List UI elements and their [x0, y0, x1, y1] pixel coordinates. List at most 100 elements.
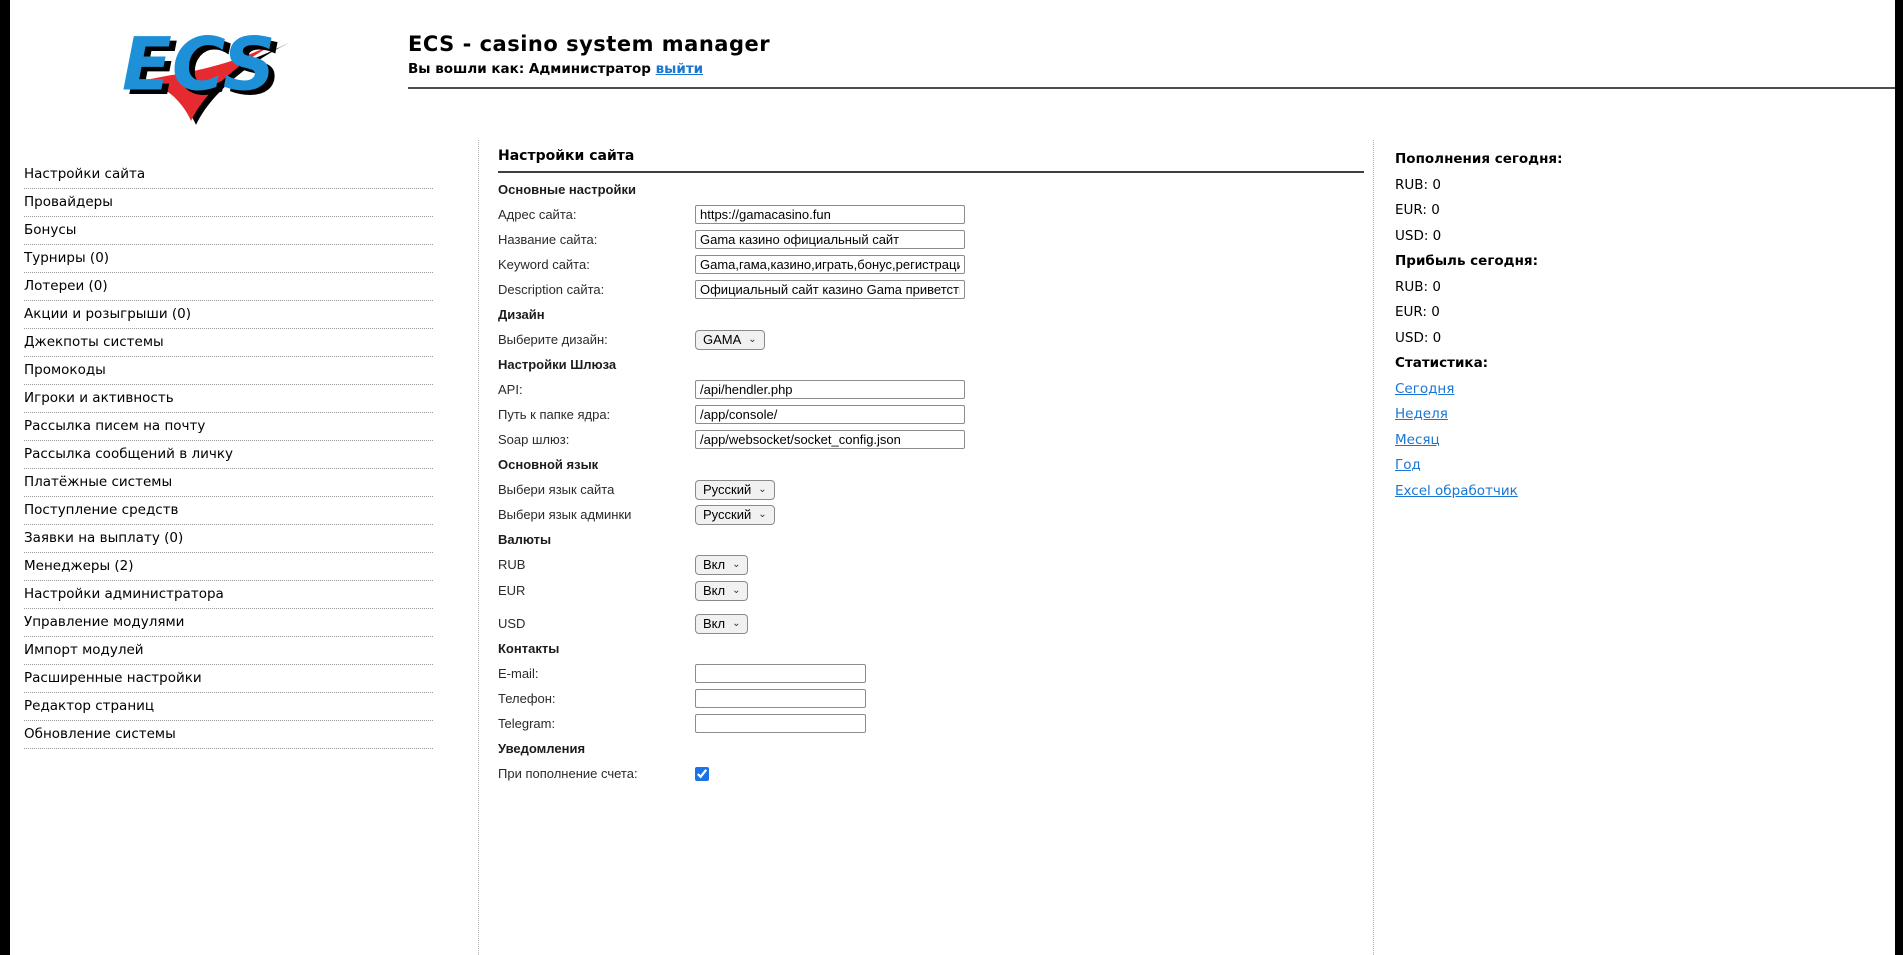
stats-link[interactable]: Excel обработчик [1395, 483, 1518, 499]
field-label: Название сайта: [498, 232, 695, 247]
stats-value-line: USD: 0 [1395, 329, 1725, 347]
form-row: Путь к папке ядра: [498, 405, 1373, 424]
sidebar-item[interactable]: Рассылка сообщений в личку [24, 441, 433, 469]
stats-value-line: RUB: 0 [1395, 278, 1725, 296]
stats-value-line: RUB: 0 [1395, 176, 1725, 194]
form-row: E-mail: [498, 664, 1373, 683]
sidebar-item[interactable]: Лотереи (0) [24, 273, 433, 301]
stats-link[interactable]: Месяц [1395, 432, 1440, 448]
stats-link-line: Сегодня [1395, 380, 1725, 398]
select[interactable]: Вкл⌄ [695, 555, 748, 575]
select[interactable]: GAMA ⌄ [695, 330, 765, 350]
stats-link-line: Excel обработчик [1395, 482, 1725, 500]
stats-group-title: Пополнения сегодня: [1395, 150, 1725, 168]
form-row: Description сайта: [498, 280, 1373, 299]
sidebar-item[interactable]: Редактор страниц [24, 693, 433, 721]
form-row: API: [498, 380, 1373, 399]
sidebar-item[interactable]: Расширенные настройки [24, 665, 433, 693]
form-row: Выбери язык сайтаРусский⌄ [498, 480, 1373, 499]
sidebar-item[interactable]: Настройки сайта [24, 161, 433, 189]
sidebar-item[interactable]: Платёжные системы [24, 469, 433, 497]
chevron-down-icon: ⌄ [732, 619, 740, 629]
stats-link[interactable]: Год [1395, 457, 1421, 473]
field-label: Путь к папке ядра: [498, 407, 695, 422]
sidebar-item[interactable]: Обновление системы [24, 721, 433, 749]
form-row: Телефон: [498, 689, 1373, 708]
chevron-down-icon: ⌄ [748, 335, 756, 345]
sidebar-item[interactable]: Рассылка писем на почту [24, 413, 433, 441]
form-section-header: Контакты [498, 639, 1373, 658]
form-row: Название сайта: [498, 230, 1373, 249]
form-section-header: Валюты [498, 530, 1373, 549]
field-label: E-mail: [498, 666, 695, 681]
sidebar-item[interactable]: Промокоды [24, 357, 433, 385]
stats-link-line: Неделя [1395, 405, 1725, 423]
header-divider [408, 87, 1895, 89]
form-row: Keyword сайта: [498, 255, 1373, 274]
field-label: API: [498, 382, 695, 397]
admin-page: ECS ECS ECS - casino system manager Вы в… [0, 0, 1903, 955]
select[interactable]: Русский⌄ [695, 480, 775, 500]
stats-panel: Пополнения сегодня:RUB: 0EUR: 0USD: 0При… [1395, 150, 1725, 507]
stats-link[interactable]: Неделя [1395, 406, 1448, 422]
field-label: USD [498, 616, 695, 631]
text-input[interactable] [695, 205, 965, 224]
logo-letters: ECS ECS [122, 22, 282, 112]
text-input[interactable] [695, 714, 866, 733]
form-row: Telegram: [498, 714, 1373, 733]
text-input[interactable] [695, 405, 965, 424]
stats-value-line: EUR: 0 [1395, 303, 1725, 321]
field-label: Выбери язык сайта [498, 482, 695, 497]
form-row: RUBВкл⌄ [498, 555, 1373, 574]
sidebar-item[interactable]: Заявки на выплату (0) [24, 525, 433, 553]
select[interactable]: Вкл⌄ [695, 581, 748, 601]
text-input[interactable] [695, 380, 965, 399]
logout-link[interactable]: выйти [656, 61, 704, 77]
select[interactable]: Русский⌄ [695, 505, 775, 525]
stats-link[interactable]: Сегодня [1395, 381, 1454, 397]
stats-value-line: USD: 0 [1395, 227, 1725, 245]
section-title: Настройки сайта [498, 149, 1373, 164]
text-input[interactable] [695, 664, 866, 683]
sidebar-item[interactable]: Джекпоты системы [24, 329, 433, 357]
field-label: Description сайта: [498, 282, 695, 297]
form-section-header: Уведомления [498, 739, 1373, 758]
form-row: Soap шлюз: [498, 430, 1373, 449]
sidebar-item[interactable]: Импорт модулей [24, 637, 433, 665]
stats-group-title: Статистика: [1395, 354, 1725, 372]
field-label: RUB [498, 557, 695, 572]
sidebar-item[interactable]: Настройки администратора [24, 581, 433, 609]
select-value: Вкл [703, 557, 725, 572]
section-title-divider [498, 171, 1364, 173]
sidebar-item[interactable]: Менеджеры (2) [24, 553, 433, 581]
field-label: Телефон: [498, 691, 695, 706]
text-input[interactable] [695, 430, 965, 449]
sidebar-item[interactable]: Поступление средств [24, 497, 433, 525]
checkbox[interactable] [695, 767, 709, 781]
login-status-text: Вы вошли как: Администратор [408, 61, 651, 77]
form-row: Выберите дизайн:GAMA⌄ [498, 330, 1373, 349]
field-label: Telegram: [498, 716, 695, 731]
form-row: Выбери язык админкиРусский⌄ [498, 505, 1373, 524]
select[interactable]: Вкл ⌄ [695, 614, 748, 634]
text-input[interactable] [695, 255, 965, 274]
field-label: Keyword сайта: [498, 257, 695, 272]
sidebar-item[interactable]: Бонусы [24, 217, 433, 245]
select-value: Вкл [703, 616, 725, 631]
text-input[interactable] [695, 689, 866, 708]
form-section-header: Настройки Шлюза [498, 355, 1373, 374]
chevron-down-icon: ⌄ [758, 510, 766, 520]
select-value: Русский [703, 482, 751, 497]
text-input[interactable] [695, 280, 965, 299]
select-value: GAMA [703, 332, 741, 347]
right-edge-bar [1895, 0, 1903, 955]
sidebar-item[interactable]: Акции и розыгрыши (0) [24, 301, 433, 329]
sidebar-item[interactable]: Игроки и активность [24, 385, 433, 413]
sidebar-item[interactable]: Провайдеры [24, 189, 433, 217]
form-section-header: Дизайн [498, 305, 1373, 324]
sidebar-item[interactable]: Управление модулями [24, 609, 433, 637]
sidebar: Настройки сайтаПровайдерыБонусыТурниры (… [24, 161, 433, 749]
form-row: Адрес сайта: [498, 205, 1373, 224]
text-input[interactable] [695, 230, 965, 249]
sidebar-item[interactable]: Турниры (0) [24, 245, 433, 273]
